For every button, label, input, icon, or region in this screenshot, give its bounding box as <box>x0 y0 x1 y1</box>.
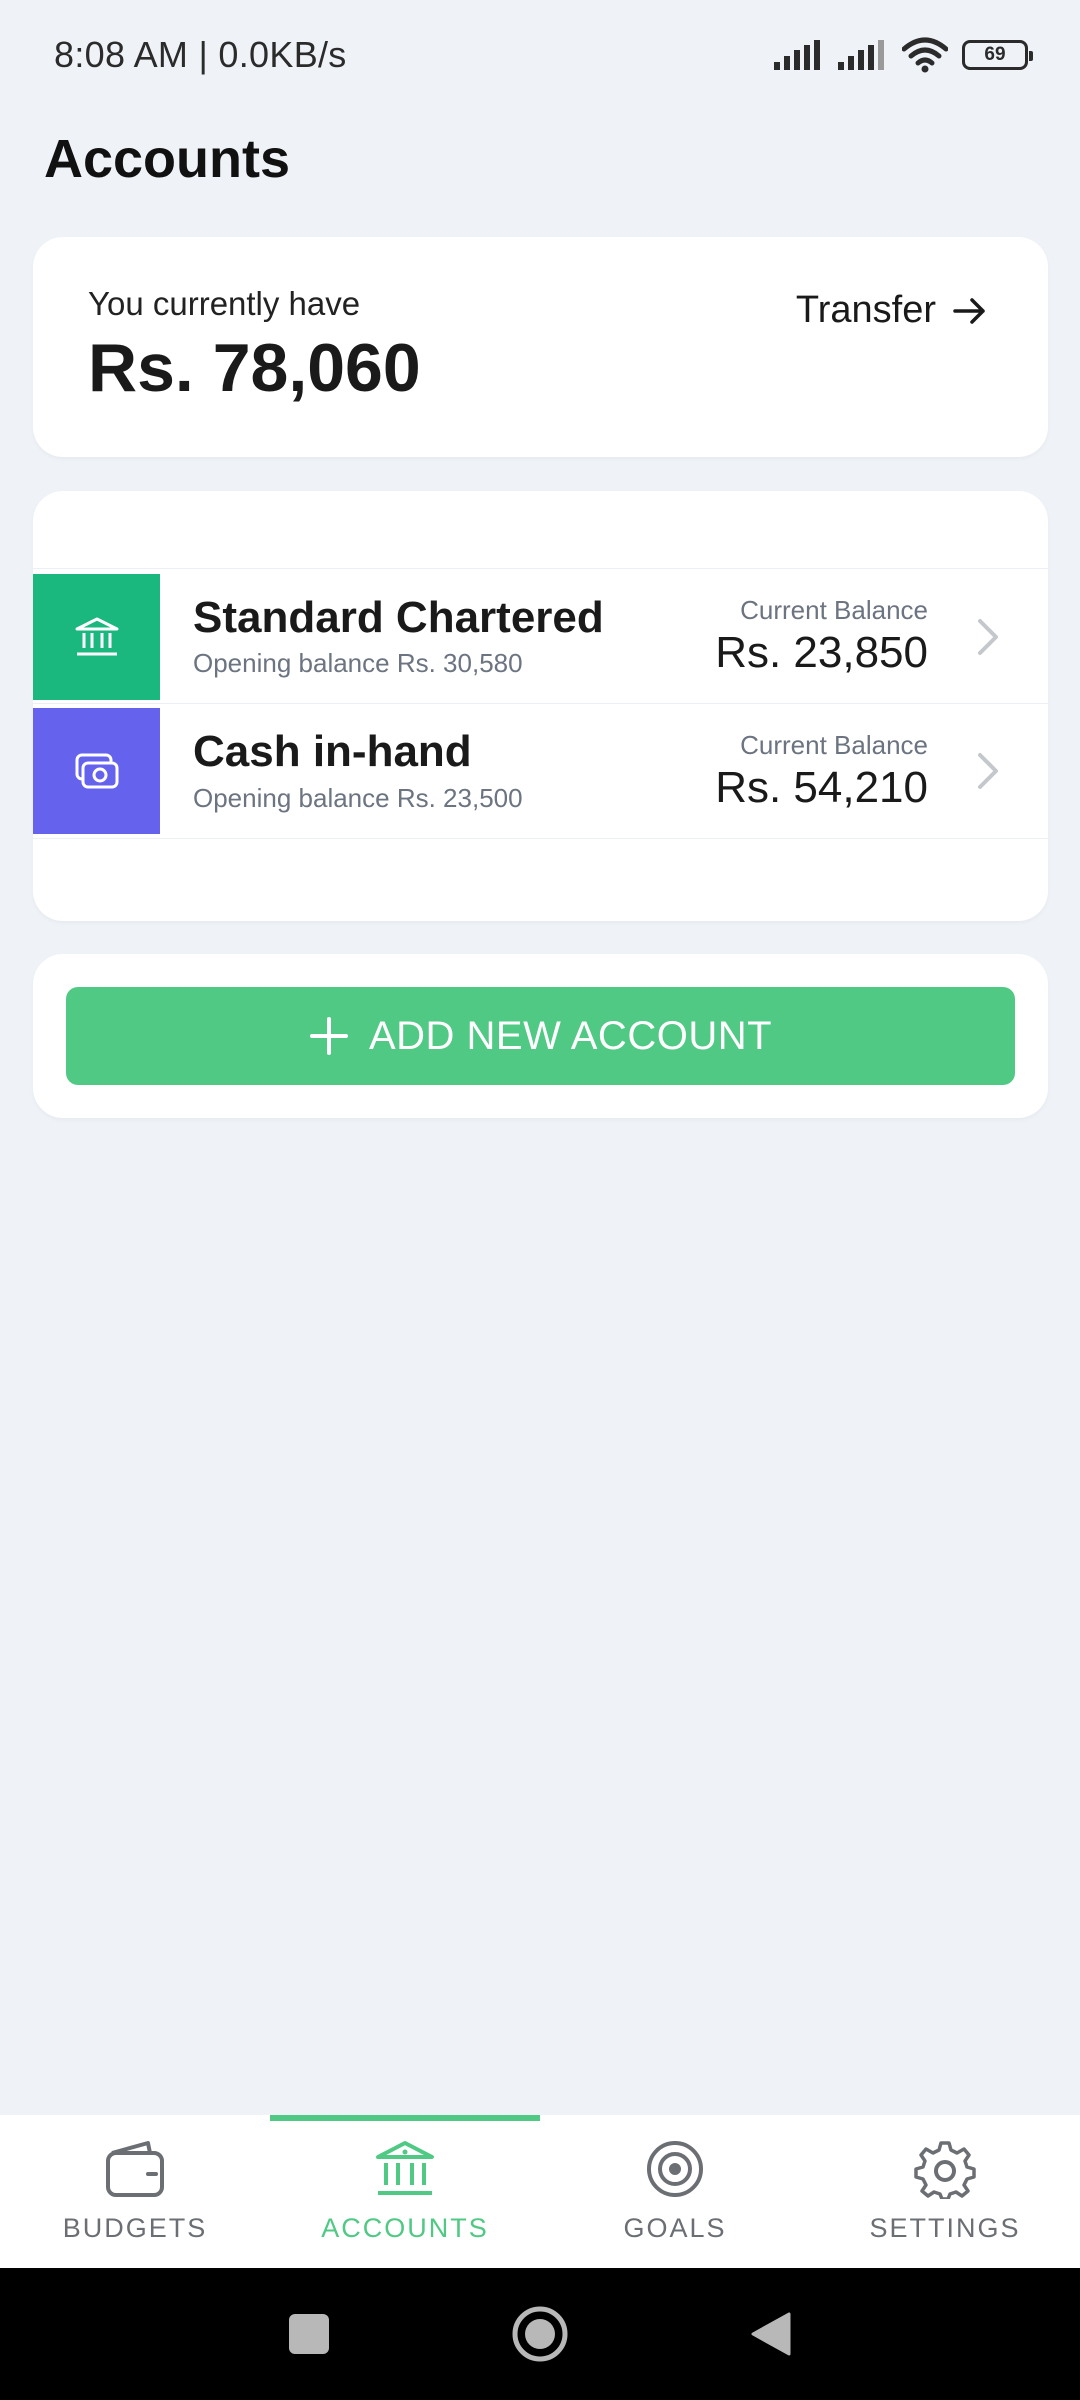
summary-label: You currently have <box>88 285 361 322</box>
add-new-account-label: ADD NEW ACCOUNT <box>368 1013 773 1058</box>
signal-icon <box>838 40 884 70</box>
signal-icon <box>774 40 820 70</box>
page-title: Accounts <box>44 129 291 189</box>
nav-item-settings[interactable]: SETTINGS <box>810 2115 1080 2268</box>
system-nav-bar <box>0 2268 1080 2400</box>
transfer-button[interactable]: Transfer <box>796 289 988 332</box>
status-icons: 69 <box>774 37 1033 73</box>
wifi-icon <box>902 37 948 73</box>
bank-icon <box>376 2141 434 2195</box>
account-row-standard-chartered[interactable]: Standard Chartered Opening balance Rs. 3… <box>33 568 1048 704</box>
account-opening-balance: Opening balance Rs. 23,500 <box>193 782 523 813</box>
add-new-account-button[interactable]: ADD NEW ACCOUNT <box>66 987 1015 1085</box>
add-account-card: ADD NEW ACCOUNT <box>33 954 1048 1118</box>
status-bar: 8:08 AM | 0.0KB/s 69 <box>0 0 1080 110</box>
balance-summary-card: You currently have Rs. 78,060 Transfer <box>33 237 1048 457</box>
transfer-label: Transfer <box>795 289 936 331</box>
account-info: Cash in-hand Opening balance Rs. 23,500 <box>193 727 715 813</box>
nav-item-accounts[interactable]: ACCOUNTS <box>270 2115 540 2268</box>
nav-label: SETTINGS <box>869 2213 1021 2243</box>
plus-icon <box>309 1017 348 1055</box>
recent-apps-button[interactable] <box>287 2312 331 2356</box>
cash-icon <box>75 753 118 789</box>
current-balance-value: Rs. 23,850 <box>715 628 928 677</box>
target-icon <box>647 2141 703 2197</box>
accounts-list-card: Standard Chartered Opening balance Rs. 3… <box>33 491 1048 921</box>
current-balance-label: Current Balance <box>740 729 928 760</box>
current-balance-label: Current Balance <box>740 595 928 625</box>
wallet-icon <box>106 2141 164 2197</box>
chevron-right-icon <box>968 617 1008 657</box>
chevron-right-icon <box>968 751 1008 791</box>
account-icon-tile <box>33 708 160 834</box>
account-icon-tile <box>33 573 160 700</box>
account-name: Standard Chartered <box>193 592 604 642</box>
nav-item-budgets[interactable]: BUDGETS <box>0 2115 270 2268</box>
account-info: Standard Chartered Opening balance Rs. 3… <box>193 592 715 679</box>
nav-label: BUDGETS <box>62 2213 208 2243</box>
home-button[interactable] <box>511 2305 569 2363</box>
gear-icon <box>914 2141 976 2199</box>
nav-item-goals[interactable]: GOALS <box>540 2115 810 2268</box>
bank-icon <box>75 617 118 655</box>
nav-label: GOALS <box>623 2213 727 2243</box>
status-time: 8:08 AM | 0.0KB/s <box>54 34 347 75</box>
back-button[interactable] <box>749 2310 793 2358</box>
account-name: Cash in-hand <box>193 727 472 777</box>
arrow-right-icon <box>953 297 985 324</box>
nav-label: ACCOUNTS <box>321 2213 489 2243</box>
battery-icon: 69 <box>962 40 1033 70</box>
bottom-nav: BUDGETS ACCOUNTS GOALS SETTINGS <box>0 2115 1080 2268</box>
current-balance-value: Rs. 54,210 <box>715 762 928 812</box>
account-balance: Current Balance Rs. 54,210 <box>715 730 928 813</box>
battery-level: 69 <box>984 44 1006 65</box>
account-balance: Current Balance Rs. 23,850 <box>715 595 928 678</box>
account-row-cash-in-hand[interactable]: Cash in-hand Opening balance Rs. 23,500 … <box>33 703 1048 839</box>
total-balance: Rs. 78,060 <box>88 330 421 406</box>
account-opening-balance: Opening balance Rs. 30,580 <box>193 648 523 679</box>
